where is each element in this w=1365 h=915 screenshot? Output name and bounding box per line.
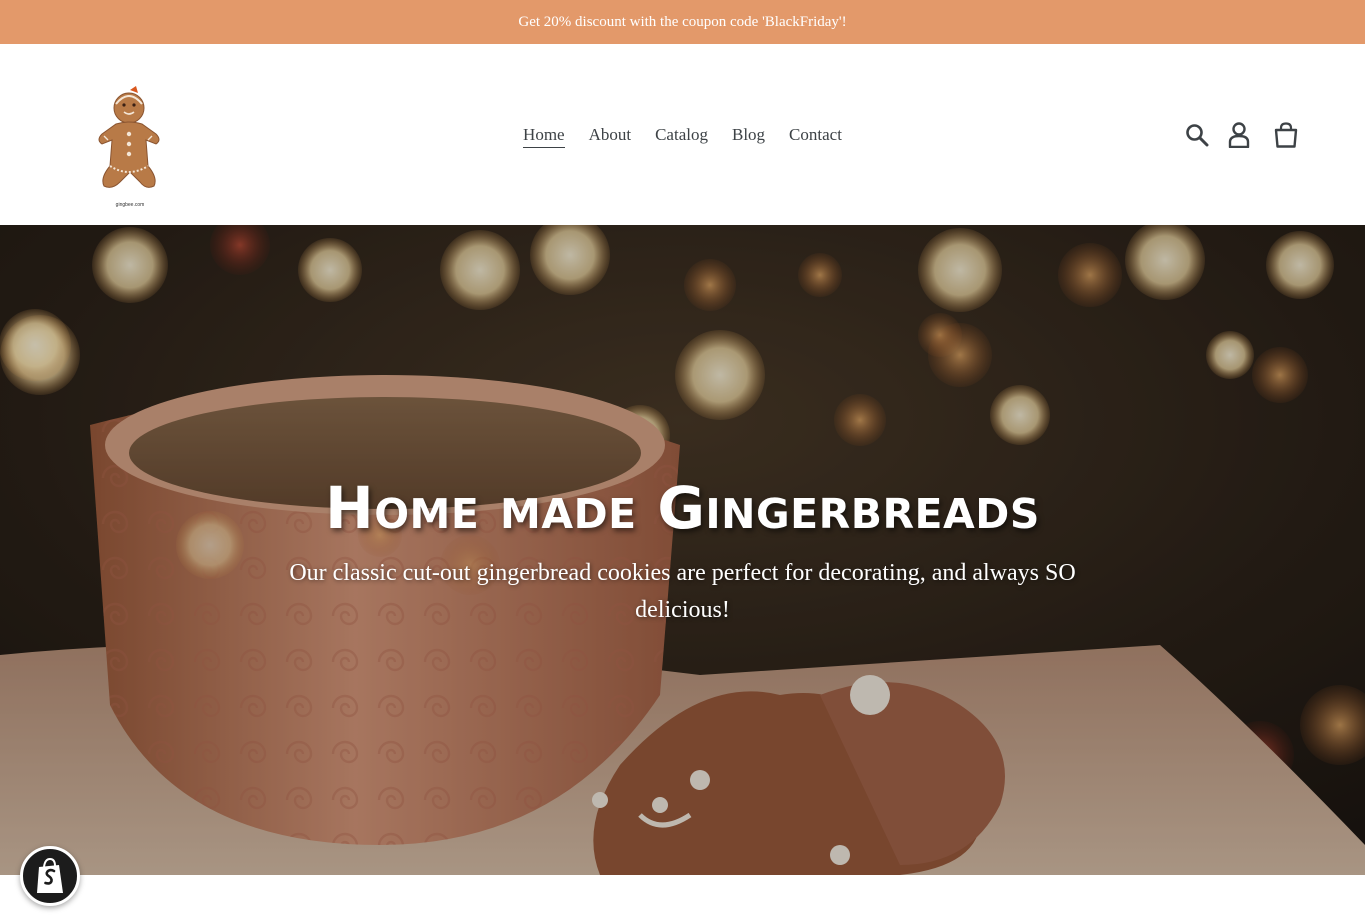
hero-banner: Home made Gingerbreads Our classic cut-o… (0, 225, 1365, 875)
announcement-text: Get 20% discount with the coupon code 'B… (518, 13, 847, 30)
nav-link-catalog[interactable]: Catalog (655, 122, 708, 148)
cart-button[interactable] (1269, 118, 1303, 152)
announcement-bar[interactable]: Get 20% discount with the coupon code 'B… (0, 0, 1365, 44)
site-header: gingbee.com Home About Catalog Blog Cont… (0, 44, 1365, 225)
hero-title: Home made Gingerbreads (325, 474, 1040, 542)
account-button[interactable] (1222, 118, 1256, 152)
search-icon (1186, 124, 1209, 147)
nav-link-contact[interactable]: Contact (789, 122, 842, 148)
shopify-bag-icon (37, 857, 63, 893)
logo-caption: gingbee.com (116, 202, 145, 208)
nav-link-home[interactable]: Home (523, 122, 565, 148)
search-button[interactable] (1180, 118, 1214, 152)
hero-content: Home made Gingerbreads Our classic cut-o… (0, 475, 1365, 629)
nav-link-blog[interactable]: Blog (732, 122, 765, 148)
main-navigation: Home About Catalog Blog Contact (0, 122, 1365, 148)
hero-subtitle: Our classic cut-out gingerbread cookies … (289, 560, 1076, 623)
shopify-badge-button[interactable] (20, 846, 80, 906)
header-icons (1180, 118, 1303, 152)
cart-icon (1274, 122, 1298, 148)
site-logo[interactable]: gingbee.com (80, 82, 180, 210)
gingerbread-man-logo-icon: gingbee.com (98, 86, 160, 208)
account-icon (1228, 122, 1250, 148)
nav-link-about[interactable]: About (589, 122, 632, 148)
